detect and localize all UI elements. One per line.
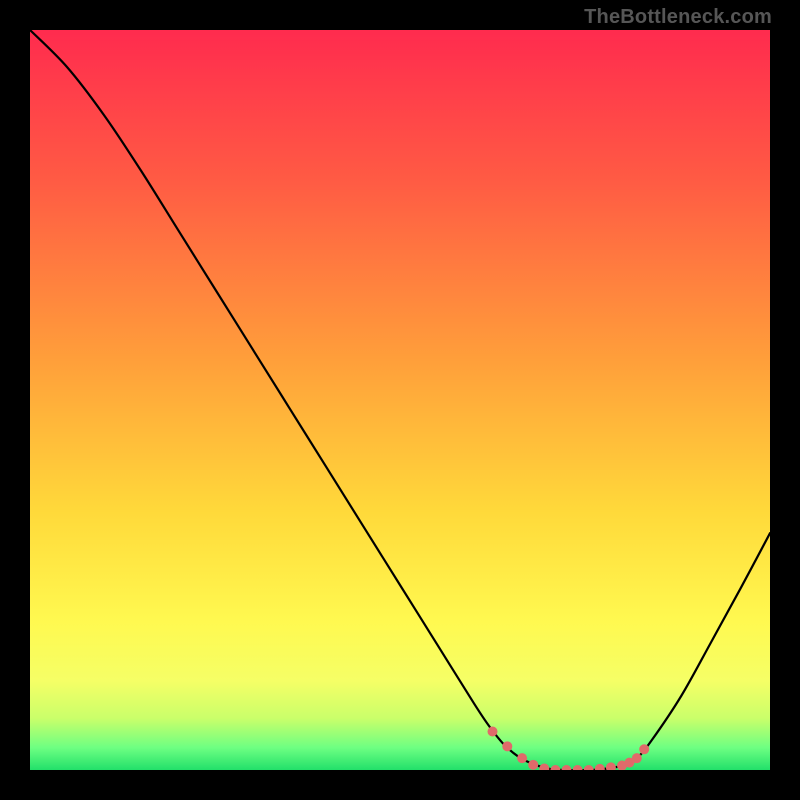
highlight-marker	[528, 760, 538, 770]
chart-svg	[30, 30, 770, 770]
highlight-marker	[517, 753, 527, 763]
highlight-marker	[488, 727, 498, 737]
chart-background	[30, 30, 770, 770]
highlight-marker	[632, 753, 642, 763]
chart-plot-area	[30, 30, 770, 770]
attribution-label: TheBottleneck.com	[584, 6, 772, 29]
highlight-marker	[502, 741, 512, 751]
highlight-marker	[639, 744, 649, 754]
